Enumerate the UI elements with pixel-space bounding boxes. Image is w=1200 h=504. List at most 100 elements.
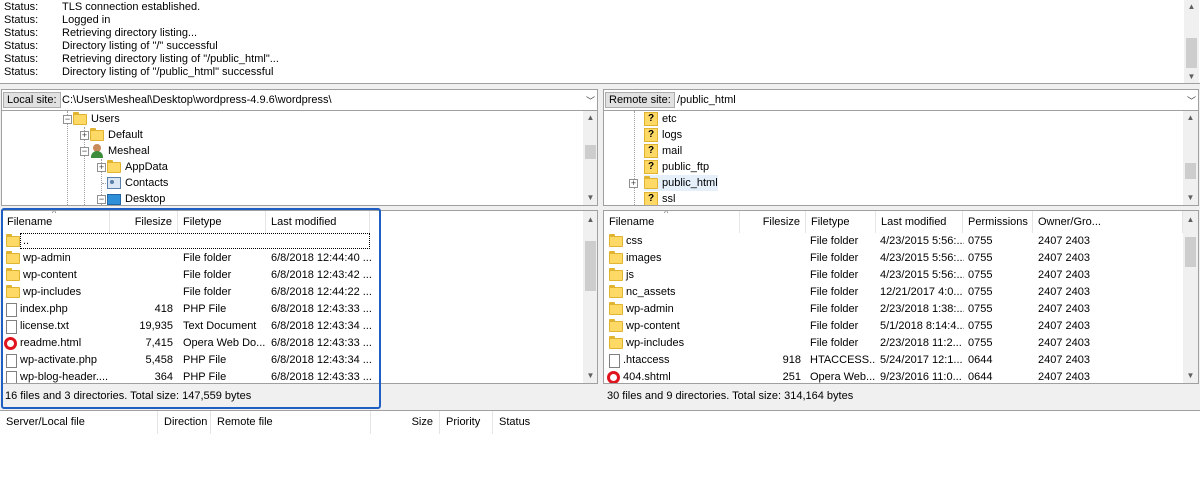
table-row[interactable]: js File folder 4/23/2015 5:56:... 0755 2…	[604, 267, 1198, 284]
scroll-down-icon[interactable]: ▼	[1183, 191, 1198, 204]
remote-tree-scrollbar[interactable]: ▲ ▼	[1183, 111, 1198, 205]
table-row[interactable]: wp-includes File folder 2/23/2018 11:2..…	[604, 335, 1198, 352]
table-row[interactable]: wp-activate.php 5,458 PHP File 6/8/2018 …	[2, 352, 597, 369]
table-row[interactable]: wp-blog-header.... 364 PHP File 6/8/2018…	[2, 369, 597, 383]
table-row[interactable]: wp-admin File folder 6/8/2018 12:44:40 .…	[2, 250, 597, 267]
column-permissions[interactable]: Permissions	[963, 211, 1033, 233]
remote-list-scrollbar[interactable]: ▲ ▼	[1183, 211, 1198, 383]
folder-icon	[6, 268, 20, 281]
folder-icon	[609, 285, 623, 298]
table-row[interactable]: wp-includes File folder 6/8/2018 12:44:2…	[2, 284, 597, 301]
scroll-thumb[interactable]	[1185, 163, 1196, 179]
folder-icon	[609, 251, 623, 264]
folder-icon	[609, 336, 623, 349]
scroll-thumb[interactable]	[1185, 237, 1196, 267]
tree-node-desktop[interactable]: Desktop	[107, 191, 165, 205]
folder-icon	[6, 234, 20, 247]
expand-icon[interactable]: +	[629, 179, 638, 188]
column-filetype[interactable]: Filetype	[806, 211, 876, 233]
collapse-icon[interactable]: −	[97, 195, 106, 204]
column-last-modified[interactable]: Last modified	[266, 211, 370, 233]
column-owner-group[interactable]: Owner/Gro...	[1033, 211, 1183, 233]
tree-node-contacts[interactable]: Contacts	[107, 175, 168, 191]
transfer-queue[interactable]: Server/Local file Direction Remote file …	[0, 410, 1200, 504]
column-direction[interactable]: Direction	[158, 411, 211, 434]
scroll-thumb[interactable]	[585, 145, 596, 159]
scroll-thumb[interactable]	[585, 241, 596, 291]
table-row[interactable]: css File folder 4/23/2015 5:56:... 0755 …	[604, 233, 1198, 250]
collapse-icon[interactable]: −	[63, 115, 72, 124]
scroll-down-icon[interactable]: ▼	[583, 369, 597, 382]
log-line: Status: TLS connection established.	[4, 1, 201, 13]
table-row[interactable]: wp-content File folder 6/8/2018 12:43:42…	[2, 267, 597, 284]
column-priority[interactable]: Priority	[440, 411, 493, 434]
remote-site-path-input[interactable]: /public_html	[677, 92, 1177, 108]
unknown-folder-icon: ?	[644, 144, 658, 158]
scroll-thumb[interactable]	[1186, 38, 1197, 68]
expand-icon[interactable]: +	[80, 131, 89, 140]
table-row[interactable]: nc_assets File folder 12/21/2017 4:0... …	[604, 284, 1198, 301]
scroll-down-icon[interactable]: ▼	[583, 191, 597, 204]
column-size[interactable]: Size	[371, 411, 440, 434]
table-row[interactable]: wp-content File folder 5/1/2018 8:14:4..…	[604, 318, 1198, 335]
tree-node-default[interactable]: Default	[90, 127, 143, 143]
remote-file-list[interactable]: Filename ^ Filesize Filetype Last modifi…	[603, 210, 1199, 384]
column-filesize[interactable]: Filesize	[740, 211, 806, 233]
sort-ascending-icon: ^	[52, 210, 57, 218]
column-server-local-file[interactable]: Server/Local file	[0, 411, 158, 434]
file-icon	[609, 353, 620, 368]
folder-icon	[609, 234, 623, 247]
sort-ascending-icon: ^	[664, 210, 669, 218]
column-last-modified[interactable]: Last modified	[876, 211, 963, 233]
table-row[interactable]: index.php 418 PHP File 6/8/2018 12:43:33…	[2, 301, 597, 318]
folder-icon	[609, 319, 623, 332]
scroll-up-icon[interactable]: ▲	[583, 213, 597, 226]
scroll-up-icon[interactable]: ▲	[1184, 0, 1199, 13]
expand-icon[interactable]: +	[97, 163, 106, 172]
table-row[interactable]: readme.html 7,415 Opera Web Do... 6/8/20…	[2, 335, 597, 352]
local-file-list[interactable]: Filename ^ Filesize Filetype Last modifi…	[1, 210, 598, 384]
local-tree-scrollbar[interactable]: ▲ ▼	[583, 111, 597, 205]
tree-node-public-ftp[interactable]: ? public_ftp	[644, 159, 709, 175]
table-row[interactable]: license.txt 19,935 Text Document 6/8/201…	[2, 318, 597, 335]
table-row[interactable]: wp-admin File folder 2/23/2018 1:38:... …	[604, 301, 1198, 318]
scroll-up-icon[interactable]: ▲	[1183, 111, 1198, 124]
unknown-folder-icon: ?	[644, 112, 658, 126]
scroll-up-icon[interactable]: ▲	[1183, 213, 1198, 226]
file-icon	[6, 370, 17, 383]
tree-node-mail[interactable]: ? mail	[644, 143, 682, 159]
tree-node-ssl[interactable]: ? ssl	[644, 191, 675, 205]
tree-node-logs[interactable]: ? logs	[644, 127, 682, 143]
chevron-down-icon[interactable]: ﹀	[586, 94, 595, 107]
chevron-down-icon[interactable]: ﹀	[1187, 94, 1196, 107]
local-list-header: Filename ^ Filesize Filetype Last modifi…	[2, 211, 597, 233]
folder-icon	[609, 268, 623, 281]
tree-node-appdata[interactable]: AppData	[107, 159, 168, 175]
table-row[interactable]: 404.shtml 251 Opera Web... 9/23/2016 11:…	[604, 369, 1198, 383]
remote-directory-tree[interactable]: ? etc ? logs ? mail ? public_ftp + public_ht…	[603, 110, 1199, 206]
local-list-scrollbar[interactable]: ▲ ▼	[583, 211, 597, 383]
opera-icon	[607, 371, 620, 383]
collapse-icon[interactable]: −	[80, 147, 89, 156]
log-line: Status: Retrieving directory listing of "…	[4, 53, 279, 65]
scroll-down-icon[interactable]: ▼	[1183, 369, 1198, 382]
column-filetype[interactable]: Filetype	[178, 211, 266, 233]
scroll-down-icon[interactable]: ▼	[1184, 70, 1199, 83]
tree-node-etc[interactable]: ? etc	[644, 111, 677, 127]
tree-node-users[interactable]: Users	[73, 111, 120, 127]
column-filename[interactable]: Filename	[604, 211, 740, 233]
column-filesize[interactable]: Filesize	[110, 211, 178, 233]
column-remote-file[interactable]: Remote file	[211, 411, 371, 434]
column-status[interactable]: Status	[493, 411, 613, 434]
tree-node-public-html[interactable]: public_html	[644, 175, 718, 191]
log-scrollbar[interactable]: ▲ ▼	[1184, 0, 1199, 83]
tree-node-mesheal[interactable]: Mesheal	[90, 143, 150, 159]
local-site-path-input[interactable]: C:\Users\Mesheal\Desktop\wordpress-4.9.6…	[62, 92, 582, 108]
local-directory-tree[interactable]: − Users + Default − Mesheal + AppData Co…	[1, 110, 598, 206]
table-row[interactable]: images File folder 4/23/2015 5:56:... 07…	[604, 250, 1198, 267]
message-log[interactable]: Status: TLS connection established. Statu…	[0, 0, 1200, 84]
table-row[interactable]: ..	[2, 233, 597, 250]
table-row[interactable]: .htaccess 918 HTACCESS... 5/24/2017 12:1…	[604, 352, 1198, 369]
remote-site-label: Remote site:	[605, 92, 675, 108]
scroll-up-icon[interactable]: ▲	[583, 111, 597, 124]
